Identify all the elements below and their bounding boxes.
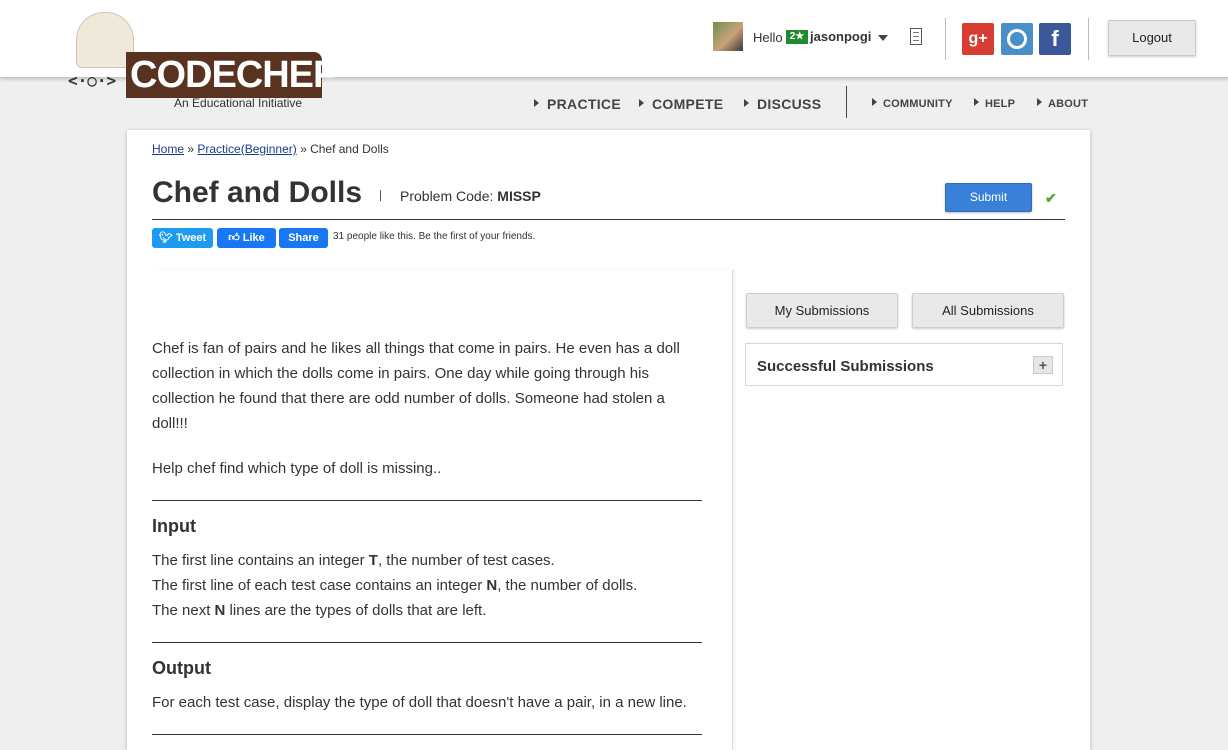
twitter-icon: 🐦︎ xyxy=(158,232,173,244)
like-label: Like xyxy=(242,232,265,244)
caret-right-icon xyxy=(872,98,877,107)
divider xyxy=(945,18,946,60)
nav-about[interactable]: ABOUT xyxy=(1037,98,1088,110)
notes-icon[interactable] xyxy=(910,28,922,45)
avatar[interactable] xyxy=(713,22,743,51)
nav-community[interactable]: COMMUNITY xyxy=(872,98,953,110)
thumbs-up-icon: 👍︎ xyxy=(228,232,240,244)
logo-wordmark: CODECHEF xyxy=(126,52,336,98)
github-icon[interactable] xyxy=(1001,23,1033,55)
problem-statement: Chef is fan of pairs and he likes all th… xyxy=(152,270,733,750)
likes-count-text: 31 people like this. Be the first of you… xyxy=(333,231,536,242)
breadcrumb-practice[interactable]: Practice(Beginner) xyxy=(197,142,296,156)
nav-help[interactable]: HELP xyxy=(974,98,1015,110)
statement-paragraph: Chef is fan of pairs and he likes all th… xyxy=(152,340,680,432)
my-submissions-button[interactable]: My Submissions xyxy=(746,293,898,328)
caret-right-icon xyxy=(639,99,644,108)
chef-face-icon: <·○·> xyxy=(68,71,117,90)
facebook-share-button[interactable]: Share xyxy=(279,228,328,248)
breadcrumb-home[interactable]: Home xyxy=(152,142,184,156)
header-bar: <·○·> CODECHEF An Educational Initiative… xyxy=(0,0,1228,110)
page-title: Chef and Dolls xyxy=(152,176,363,209)
problem-code-label: Problem Code: xyxy=(400,188,498,204)
rating-badge: 2★ xyxy=(786,30,808,44)
user-menu-caret-icon[interactable] xyxy=(878,35,888,41)
divider xyxy=(1088,18,1089,60)
section-divider xyxy=(152,500,702,501)
nav-compete[interactable]: COMPETE xyxy=(639,96,723,112)
nav-practice[interactable]: PRACTICE xyxy=(534,96,621,112)
tweet-label: Tweet xyxy=(175,232,207,244)
nav-divider xyxy=(846,86,847,118)
input-line: The first line contains an integer T, th… xyxy=(152,552,555,569)
problem-code: Problem Code: MISSP xyxy=(400,188,541,204)
section-divider xyxy=(152,734,702,735)
problem-card: Home » Practice(Beginner) » Chef and Dol… xyxy=(127,130,1090,750)
username-link[interactable]: jasonpogi xyxy=(810,29,871,44)
section-divider xyxy=(152,642,702,643)
expand-icon[interactable]: + xyxy=(1033,356,1053,374)
successful-submissions-panel[interactable]: Successful Submissions + xyxy=(745,343,1063,386)
codechef-logo[interactable]: <·○·> CODECHEF An Educational Initiative xyxy=(66,10,336,114)
problem-code-value: MISSP xyxy=(497,188,541,204)
breadcrumb-separator: » xyxy=(296,142,311,156)
submit-button[interactable]: Submit xyxy=(945,183,1032,212)
caret-right-icon xyxy=(1037,98,1042,107)
breadcrumb: Home » Practice(Beginner) » Chef and Dol… xyxy=(152,142,389,156)
logo-tagline: An Educational Initiative xyxy=(174,96,303,110)
facebook-icon[interactable]: f xyxy=(1039,23,1071,55)
nav-discuss[interactable]: DISCUSS xyxy=(744,96,821,112)
title-divider xyxy=(380,190,381,201)
input-line: The next N lines are the types of dolls … xyxy=(152,602,487,619)
facebook-like-button[interactable]: 👍︎ Like xyxy=(217,228,276,248)
title-rule xyxy=(152,219,1065,220)
greeting-text: Hello xyxy=(753,30,783,45)
successful-submissions-label: Successful Submissions xyxy=(757,358,934,375)
output-heading: Output xyxy=(152,658,211,678)
all-submissions-button[interactable]: All Submissions xyxy=(912,293,1064,328)
logout-button[interactable]: Logout xyxy=(1108,20,1196,56)
tweet-button[interactable]: 🐦︎ Tweet xyxy=(152,228,213,248)
caret-right-icon xyxy=(534,99,539,108)
google-plus-icon[interactable]: g+ xyxy=(962,23,994,55)
input-heading: Input xyxy=(152,516,196,536)
input-line: The first line of each test case contain… xyxy=(152,577,638,594)
caret-right-icon xyxy=(744,99,749,108)
breadcrumb-separator: » xyxy=(184,142,198,156)
statement-paragraph: Help chef find which type of doll is mis… xyxy=(152,460,442,477)
output-line: For each test case, display the type of … xyxy=(152,694,687,711)
breadcrumb-current: Chef and Dolls xyxy=(310,142,389,156)
solved-check-icon: ✔ xyxy=(1045,190,1057,206)
caret-right-icon xyxy=(974,98,979,107)
